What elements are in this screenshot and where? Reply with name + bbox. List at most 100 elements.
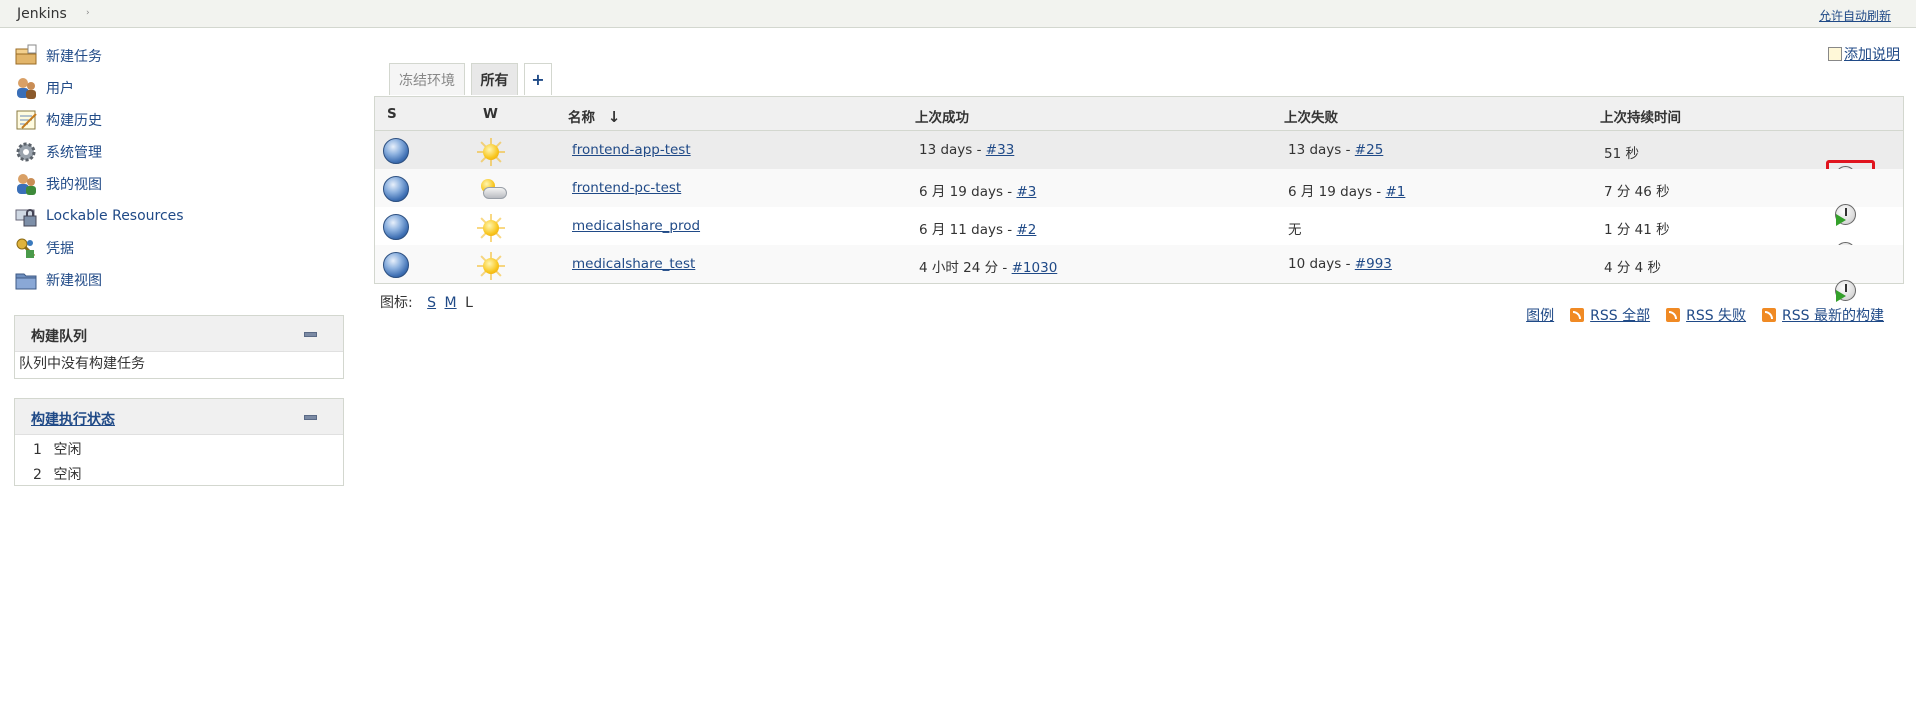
collapse-icon[interactable]: [304, 415, 317, 420]
last-failure: 10 days - #993: [1288, 256, 1392, 272]
build-queue-pane: 构建队列 队列中没有构建任务: [14, 315, 344, 379]
legend-link[interactable]: 图例: [1526, 305, 1554, 325]
breadcrumb-arrow-icon[interactable]: ›: [86, 8, 90, 18]
rss-all-link[interactable]: RSS 全部: [1590, 305, 1650, 325]
task-users[interactable]: 用户: [14, 74, 74, 102]
status-ball-icon: [383, 138, 409, 164]
col-weather[interactable]: W: [483, 106, 498, 122]
build-history-icon: [14, 108, 38, 132]
jobs-table: S W 名称 ↓ 上次成功 上次失败 上次持续时间 frontend-app-t…: [374, 96, 1904, 302]
task-label[interactable]: 用户: [46, 78, 74, 98]
status-ball-icon: [383, 214, 409, 240]
job-link[interactable]: medicalshare_test: [572, 256, 695, 272]
gear-icon: [14, 140, 38, 164]
status-ball-icon: [383, 176, 409, 202]
table-row: medicalshare_test 4 小时 24 分 - #1030 10 d…: [375, 245, 1903, 302]
last-success: 6 月 19 days - #3: [919, 184, 1037, 200]
icon-size-selector: 图标: S M L: [380, 292, 473, 312]
build-link[interactable]: #2: [1016, 222, 1036, 238]
last-duration: 51 秒: [1604, 146, 1639, 162]
icon-size-label: 图标:: [380, 295, 413, 311]
job-link[interactable]: frontend-app-test: [572, 142, 691, 158]
sort-arrow-icon: ↓: [607, 108, 621, 126]
status-ball-icon: [383, 252, 409, 278]
tab-frozen-env[interactable]: 冻结环境: [389, 63, 465, 95]
task-label[interactable]: 构建历史: [46, 110, 102, 130]
rss-all[interactable]: RSS 全部: [1570, 305, 1650, 325]
col-name[interactable]: 名称 ↓: [568, 106, 620, 126]
task-new-view[interactable]: 新建视图: [14, 266, 102, 294]
build-link[interactable]: #33: [986, 142, 1015, 158]
add-description[interactable]: 添加说明: [1828, 44, 1900, 64]
build-link[interactable]: #1: [1385, 184, 1405, 200]
task-label[interactable]: Lockable Resources: [46, 208, 184, 224]
last-duration: 1 分 41 秒: [1604, 222, 1670, 238]
col-last-failure[interactable]: 上次失败: [1284, 106, 1338, 126]
task-build-history[interactable]: 构建历史: [14, 106, 102, 134]
rss-failed-link[interactable]: RSS 失败: [1686, 305, 1746, 325]
task-my-views[interactable]: 我的视图: [14, 170, 102, 198]
lock-resources-icon: [14, 204, 38, 228]
enable-autorefresh-link[interactable]: 允许自动刷新: [1819, 7, 1891, 24]
weather-sunny-icon: [477, 138, 505, 166]
last-success: 13 days - #33: [919, 142, 1015, 158]
users-icon: [14, 76, 38, 100]
build-link[interactable]: #1030: [1012, 260, 1058, 276]
credentials-icon: [14, 236, 38, 260]
schedule-build-icon[interactable]: [1833, 279, 1857, 303]
rss-icon: [1666, 308, 1681, 322]
tab-all[interactable]: 所有: [471, 63, 518, 95]
job-link[interactable]: medicalshare_prod: [572, 218, 700, 234]
last-success: 4 小时 24 分 - #1030: [919, 260, 1058, 276]
last-success: 6 月 11 days - #2: [919, 222, 1037, 238]
add-view-tab[interactable]: +: [524, 63, 552, 95]
task-label[interactable]: 我的视图: [46, 174, 102, 194]
task-label[interactable]: 系统管理: [46, 142, 102, 162]
last-failure: 无: [1288, 222, 1302, 238]
col-last-duration[interactable]: 上次持续时间: [1600, 106, 1681, 126]
build-link[interactable]: #993: [1355, 256, 1392, 272]
table-row: medicalshare_prod 6 月 11 days - #2 无 1 分…: [375, 207, 1903, 264]
executor-row: 1 空闲: [33, 442, 82, 458]
add-description-link[interactable]: 添加说明: [1844, 44, 1900, 64]
my-views-icon: [14, 172, 38, 196]
executor-row: 2 空闲: [33, 467, 82, 483]
icon-size-s[interactable]: S: [427, 295, 436, 311]
table-row: frontend-app-test 13 days - #33 13 days …: [375, 131, 1903, 196]
job-link[interactable]: frontend-pc-test: [572, 180, 681, 196]
rss-failed[interactable]: RSS 失败: [1666, 305, 1746, 325]
icon-size-m[interactable]: M: [445, 295, 457, 311]
task-manage-jenkins[interactable]: 系统管理: [14, 138, 102, 166]
rss-latest[interactable]: RSS 最新的构建: [1762, 305, 1884, 325]
task-new-item[interactable]: 新建任务: [14, 42, 102, 70]
rss-icon: [1570, 308, 1585, 322]
build-link[interactable]: #3: [1016, 184, 1036, 200]
last-duration: 4 分 4 秒: [1604, 260, 1662, 276]
edit-note-icon: [1828, 47, 1842, 61]
build-queue-header: 构建队列: [15, 316, 343, 352]
executor-status: 空闲: [53, 467, 82, 483]
icon-size-l: L: [465, 295, 473, 311]
task-label[interactable]: 新建任务: [46, 46, 102, 66]
weather-sunny-icon: [477, 214, 505, 242]
last-failure: 6 月 19 days - #1: [1288, 184, 1406, 200]
new-item-icon: [14, 44, 38, 68]
breadcrumb-bar: Jenkins › 允许自动刷新: [0, 0, 1916, 28]
col-status[interactable]: S: [387, 106, 397, 122]
rss-latest-link[interactable]: RSS 最新的构建: [1782, 305, 1884, 325]
breadcrumb-jenkins[interactable]: Jenkins: [17, 6, 67, 22]
feed-links: 图例 RSS 全部 RSS 失败 RSS 最新的构建: [1526, 305, 1884, 325]
executors-title-link[interactable]: 构建执行状态: [31, 409, 115, 429]
task-credentials[interactable]: 凭据: [14, 234, 74, 262]
jobs-table-header: S W 名称 ↓ 上次成功 上次失败 上次持续时间: [375, 97, 1903, 131]
last-duration: 7 分 46 秒: [1604, 184, 1670, 200]
build-queue-title: 构建队列: [31, 329, 87, 345]
task-label[interactable]: 凭据: [46, 238, 74, 258]
build-link[interactable]: #25: [1355, 142, 1384, 158]
folder-icon: [14, 268, 38, 292]
weather-sunny-icon: [477, 252, 505, 280]
task-label[interactable]: 新建视图: [46, 270, 102, 290]
task-lockable-resources[interactable]: Lockable Resources: [14, 202, 184, 230]
collapse-icon[interactable]: [304, 332, 317, 337]
col-last-success[interactable]: 上次成功: [915, 106, 969, 126]
